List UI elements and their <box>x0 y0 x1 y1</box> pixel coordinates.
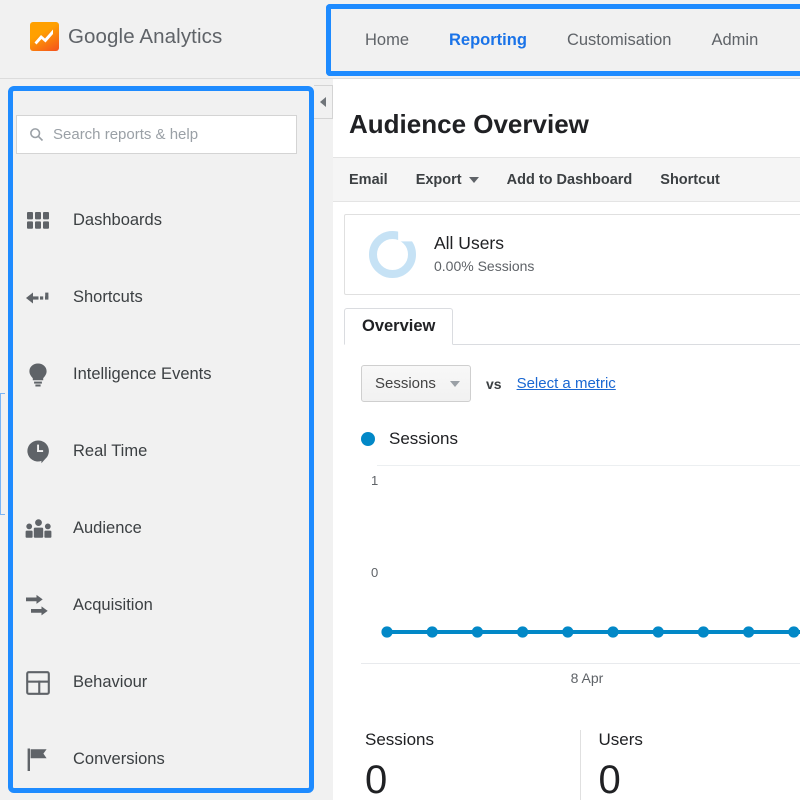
sidebar-item-label: Behaviour <box>73 673 148 691</box>
action-label: Shortcut <box>660 171 720 188</box>
segment-card[interactable]: All Users 0.00% Sessions <box>344 214 800 295</box>
brand-name-light: Analytics <box>134 24 223 48</box>
search-input[interactable]: Search reports & help <box>16 115 297 154</box>
sidebar-item-label: Acquisition <box>73 596 153 614</box>
people-icon <box>24 515 52 543</box>
top-bar: Google Analytics Home Reporting Customis… <box>0 0 800 79</box>
metric-select[interactable]: Sessions <box>361 365 471 402</box>
email-button[interactable]: Email <box>349 172 388 188</box>
sidebar-item-label: Shortcuts <box>73 288 143 306</box>
active-tab-indicator <box>433 72 519 76</box>
vs-label: vs <box>486 375 502 392</box>
stat-users: Users 0 <box>579 730 800 800</box>
sidebar-collapse-button[interactable] <box>314 85 333 119</box>
arrows-branch-icon <box>24 592 52 620</box>
action-label: Add to Dashboard <box>506 171 633 188</box>
shortcut-button[interactable]: Shortcut <box>660 172 720 188</box>
stat-value: 0 <box>598 758 621 800</box>
layout-icon <box>24 669 52 697</box>
legend-label: Sessions <box>389 429 458 448</box>
export-button[interactable]: Export <box>416 172 479 188</box>
page-title: Audience Overview <box>349 109 589 139</box>
sidebar: Search reports & help Dashboards Shortcu… <box>0 79 314 800</box>
segment-text: All Users 0.00% Sessions <box>434 232 534 277</box>
action-bar: Email Export Add to Dashboard Shortcut <box>333 157 800 202</box>
sidebar-item-audience[interactable]: Audience <box>17 490 296 567</box>
summary-stats: Sessions 0 Users 0 <box>361 729 800 800</box>
stat-value: 0 <box>365 758 388 800</box>
chevron-down-icon <box>450 380 460 387</box>
brand-name-bold: Google <box>68 24 135 48</box>
topnav-item-reporting[interactable]: Reporting <box>429 14 547 66</box>
sidebar-item-label: Dashboards <box>73 211 162 229</box>
lightbulb-icon <box>24 361 52 389</box>
select-a-metric-link[interactable]: Select a metric <box>517 375 616 392</box>
topnav-item-admin[interactable]: Admin <box>691 14 778 66</box>
sidebar-item-behaviour[interactable]: Behaviour <box>17 644 296 721</box>
search-icon <box>30 128 44 142</box>
grid-icon <box>24 207 52 235</box>
topnav-item-home[interactable]: Home <box>345 14 429 66</box>
tab-overview[interactable]: Overview <box>344 308 454 345</box>
x-tick-label: 8 Apr <box>570 670 604 686</box>
sidebar-item-conversions[interactable]: Conversions <box>17 721 296 798</box>
sidebar-item-dashboards[interactable]: Dashboards <box>17 182 296 259</box>
flag-icon <box>24 746 52 774</box>
segment-subtitle: 0.00% Sessions <box>434 257 535 274</box>
sidebar-item-shortcuts[interactable]: Shortcuts <box>17 259 296 336</box>
segment-name: All Users <box>434 233 505 254</box>
annotation-edge-strip <box>0 393 5 515</box>
clock-icon <box>24 438 52 466</box>
chart-x-axis <box>361 663 800 664</box>
action-label: Email <box>349 171 388 188</box>
legend-swatch <box>361 432 375 446</box>
chart-plot-area <box>381 626 800 638</box>
sidebar-item-acquisition[interactable]: Acquisition <box>17 567 296 644</box>
chevron-left-icon <box>320 97 326 107</box>
brand-logo[interactable]: Google Analytics <box>30 22 222 51</box>
topnav-item-customisation[interactable]: Customisation <box>547 14 692 66</box>
metric-select-value: Sessions <box>375 375 436 392</box>
sidebar-nav-list: Dashboards Shortcuts Intelligence Events… <box>17 182 296 798</box>
screen: Google Analytics Home Reporting Customis… <box>0 0 800 800</box>
chart-legend: Sessions <box>361 429 458 449</box>
sidebar-item-label: Audience <box>73 519 142 537</box>
search-placeholder: Search reports & help <box>53 126 199 143</box>
stat-label: Sessions <box>365 730 434 749</box>
top-navigation: Home Reporting Customisation Admin <box>333 14 792 66</box>
tab-strip: Overview <box>344 308 800 345</box>
segment-donut-icon <box>369 231 416 278</box>
sidebar-item-label: Real Time <box>73 442 148 460</box>
action-label: Export <box>415 171 462 188</box>
main-content: Audience Overview Email Export Add to Da… <box>333 79 800 800</box>
sidebar-item-label: Intelligence Events <box>73 365 212 383</box>
sidebar-item-intelligence-events[interactable]: Intelligence Events <box>17 336 296 413</box>
sidebar-item-real-time[interactable]: Real Time <box>17 413 296 490</box>
chevron-down-icon <box>468 176 479 183</box>
sessions-line-chart[interactable]: 1 0 8 Apr <box>361 465 800 686</box>
metric-selector-row: Sessions vs Select a metric <box>361 365 616 402</box>
sidebar-item-label: Conversions <box>73 750 165 768</box>
arrow-left-dashed-icon <box>24 284 52 312</box>
add-to-dashboard-button[interactable]: Add to Dashboard <box>507 172 633 188</box>
google-analytics-logo-icon <box>30 22 59 51</box>
brand-name: Google Analytics <box>68 25 222 49</box>
stat-label: Users <box>598 730 643 749</box>
stat-sessions: Sessions 0 <box>361 730 580 800</box>
